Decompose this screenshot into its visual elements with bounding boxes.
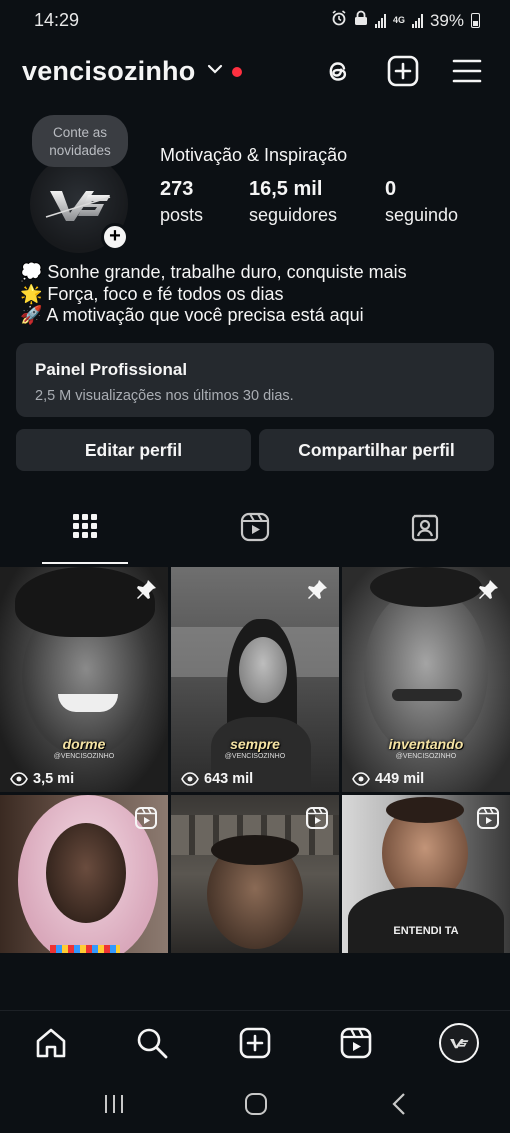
dashboard-title: Painel Profissional bbox=[35, 360, 188, 379]
stat-following[interactable]: 0 seguindo bbox=[385, 178, 458, 226]
threads-icon[interactable] bbox=[321, 54, 355, 88]
grid-post[interactable]: ENTENDI TA bbox=[342, 795, 510, 953]
chevron-down-icon[interactable] bbox=[206, 60, 224, 83]
shirt-text: ENTENDI TA bbox=[393, 925, 459, 937]
pin-icon bbox=[476, 578, 500, 607]
menu-icon[interactable] bbox=[450, 54, 484, 88]
posts-label: posts bbox=[160, 205, 204, 225]
eye-icon bbox=[10, 772, 28, 786]
alarm-icon bbox=[331, 10, 347, 31]
grid-post[interactable] bbox=[171, 795, 339, 953]
grid-post[interactable]: inventando @VENCISOZINHO 449 mil bbox=[342, 567, 510, 792]
lock-icon bbox=[354, 10, 368, 31]
followers-count: 16,5 mil bbox=[249, 178, 323, 200]
profile-bio: 💭 Sonhe grande, trabalhe duro, conquiste… bbox=[20, 262, 407, 327]
post-handle: @VENCISOZINHO bbox=[395, 753, 457, 760]
rocket-emoji-icon: 🚀 bbox=[20, 305, 43, 325]
status-icons: 4G 39% bbox=[331, 10, 480, 31]
tab-tagged[interactable] bbox=[340, 512, 510, 564]
post-caption: sempre bbox=[230, 736, 280, 752]
back-icon[interactable] bbox=[388, 1091, 412, 1122]
edit-profile-button[interactable]: Editar perfil bbox=[16, 429, 251, 471]
battery-icon bbox=[471, 13, 480, 28]
home-button-icon[interactable] bbox=[243, 1091, 269, 1122]
reels-icon[interactable] bbox=[338, 1025, 374, 1061]
post-handle: @VENCISOZINHO bbox=[224, 753, 286, 760]
username[interactable]: vencisozinho bbox=[22, 56, 195, 87]
status-time: 14:29 bbox=[34, 10, 80, 30]
grid-post[interactable] bbox=[0, 795, 168, 953]
grid-icon bbox=[71, 512, 99, 564]
post-caption: inventando bbox=[388, 736, 464, 752]
signal-2-icon bbox=[411, 13, 423, 28]
home-icon[interactable] bbox=[33, 1025, 69, 1061]
signal-1-icon bbox=[374, 13, 386, 28]
profile-category: Motivação & Inspiração bbox=[160, 145, 348, 165]
grid-post[interactable]: dorme @VENCISOZINHO 3,5 mi bbox=[0, 567, 168, 792]
reel-icon bbox=[476, 806, 500, 835]
eye-icon bbox=[352, 772, 370, 786]
bio-line: 🌟 Força, foco e fé todos os dias bbox=[20, 283, 284, 304]
dashboard-subtitle: 2,5 M visualizações nos últimos 30 dias. bbox=[35, 388, 294, 404]
posts-count: 273 bbox=[160, 178, 194, 200]
professional-dashboard[interactable]: Painel Profissional 2,5 M visualizações … bbox=[16, 343, 494, 417]
post-views: 3,5 mi bbox=[10, 771, 74, 787]
post-caption: dorme bbox=[62, 736, 106, 752]
profile-avatar[interactable] bbox=[439, 1023, 479, 1063]
add-story-button[interactable]: + bbox=[101, 223, 129, 251]
bottom-nav bbox=[0, 1010, 510, 1072]
create-icon[interactable] bbox=[237, 1025, 273, 1061]
share-profile-button[interactable]: Compartilhar perfil bbox=[259, 429, 494, 471]
search-icon[interactable] bbox=[134, 1025, 170, 1061]
pin-icon bbox=[305, 578, 329, 607]
system-nav-bar bbox=[0, 1072, 510, 1133]
pin-icon bbox=[134, 578, 158, 607]
tab-grid[interactable] bbox=[0, 512, 170, 564]
stat-posts[interactable]: 273 posts bbox=[160, 178, 203, 226]
post-views: 643 mil bbox=[181, 771, 253, 787]
stat-followers[interactable]: 16,5 mil seguidores bbox=[249, 178, 337, 226]
grid-post[interactable]: sempre @VENCISOZINHO 643 mil bbox=[171, 567, 339, 792]
reel-icon bbox=[305, 806, 329, 835]
post-views: 449 mil bbox=[352, 771, 424, 787]
following-label: seguindo bbox=[385, 205, 459, 225]
bio-line: 🚀 A motivação que você precisa está aqui bbox=[20, 305, 364, 325]
tab-reels[interactable] bbox=[170, 512, 340, 564]
thought-emoji-icon: 💭 bbox=[20, 262, 43, 282]
recent-apps-icon[interactable] bbox=[102, 1092, 126, 1121]
note-bubble[interactable]: Conte as novidades bbox=[32, 115, 128, 167]
star-emoji-icon: 🌟 bbox=[20, 283, 43, 304]
status-bar: 14:29 4G 39% bbox=[0, 0, 510, 40]
vs-logo-small bbox=[450, 1039, 469, 1049]
following-count: 0 bbox=[385, 178, 397, 200]
network-type: 4G bbox=[392, 15, 405, 25]
notification-dot bbox=[232, 67, 242, 77]
followers-label: seguidores bbox=[249, 205, 338, 225]
post-handle: @VENCISOZINHO bbox=[53, 753, 115, 760]
eye-icon bbox=[181, 772, 199, 786]
bio-line: 💭 Sonhe grande, trabalhe duro, conquiste… bbox=[20, 262, 407, 282]
reel-icon bbox=[134, 806, 158, 835]
create-icon[interactable] bbox=[386, 54, 420, 88]
tagged-icon bbox=[410, 512, 440, 564]
battery-percent: 39% bbox=[429, 10, 464, 30]
active-tab-indicator bbox=[42, 562, 128, 564]
profile-header: vencisozinho bbox=[0, 50, 510, 96]
reels-icon bbox=[240, 512, 270, 564]
